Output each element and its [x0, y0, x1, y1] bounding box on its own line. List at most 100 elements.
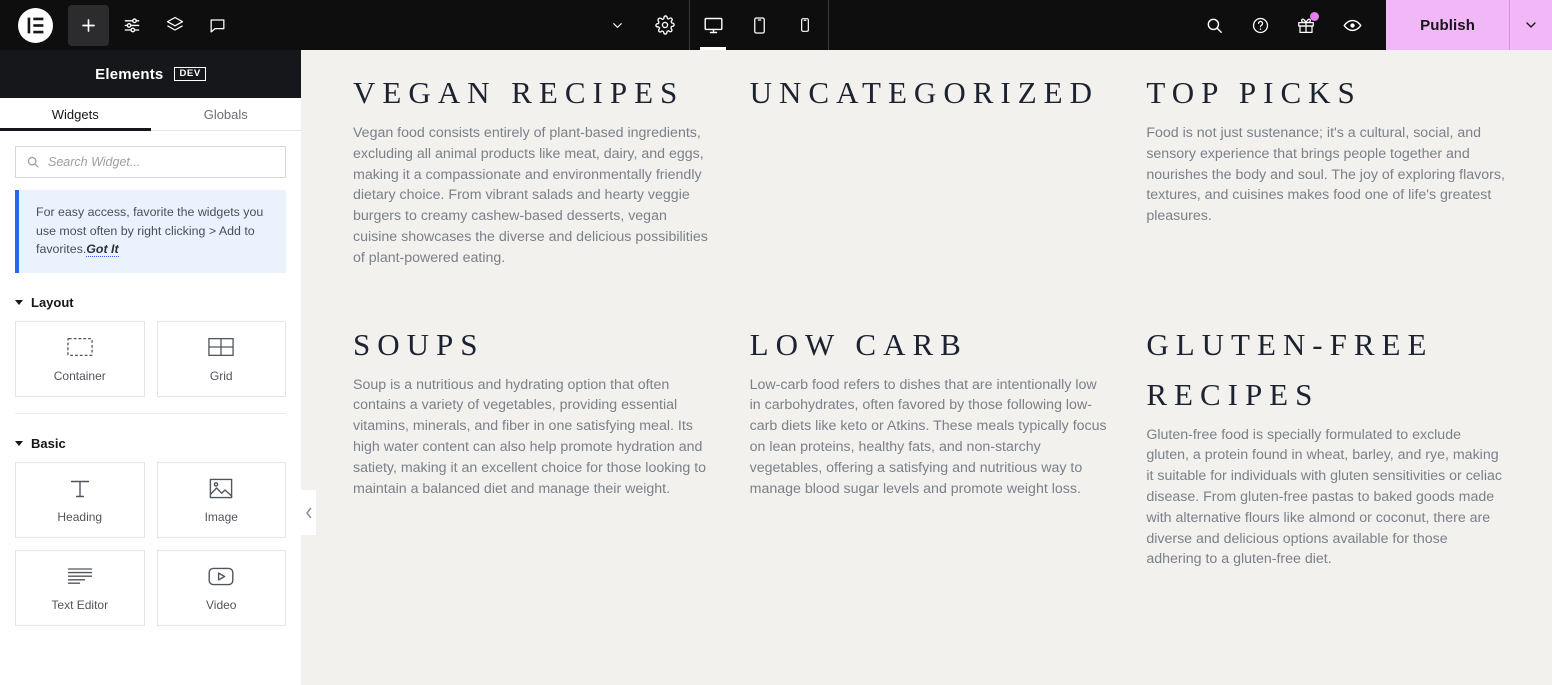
- tab-globals[interactable]: Globals: [151, 98, 302, 130]
- page-content: Vegan Recipes Vegan food consists entire…: [301, 50, 1552, 600]
- category-body: Soup is a nutritious and hydrating optio…: [353, 376, 707, 497]
- widget-text-editor[interactable]: Text Editor: [15, 549, 145, 626]
- widget-grid-label: Grid: [209, 369, 233, 383]
- publish-button[interactable]: Publish: [1386, 0, 1509, 50]
- category-title: Top Picks: [1146, 75, 1362, 110]
- help-icon: [1252, 17, 1268, 33]
- widget-container-label: Container: [53, 369, 106, 383]
- elementor-editor: Publish Elements DEV Widgets Globals Sea…: [0, 0, 1552, 685]
- comment-icon: [210, 18, 225, 32]
- section-layout-label: Layout: [31, 295, 74, 310]
- search-icon: [1207, 18, 1222, 33]
- widget-heading[interactable]: Heading: [15, 461, 145, 538]
- widget-container[interactable]: Container: [15, 320, 145, 397]
- category-block: Gluten-Free Recipes Gluten-free food is …: [1146, 299, 1505, 601]
- sliders-icon: [124, 18, 139, 33]
- favorites-notice-text: For easy access, favorite the widgets yo…: [36, 205, 264, 256]
- toolbar-left-group: [0, 0, 238, 50]
- whats-new-button[interactable]: [1286, 5, 1326, 45]
- search-button[interactable]: [1194, 5, 1234, 45]
- device-desktop[interactable]: [690, 0, 736, 50]
- toolbar-right-group: Publish: [1184, 0, 1552, 50]
- widget-video-label: Video: [206, 598, 237, 612]
- category-block: Low Carb Low-carb food refers to dishes …: [750, 299, 1109, 601]
- toolbar-divider-2: [828, 0, 830, 50]
- chevron-down-icon: [612, 22, 622, 28]
- category-block: Soups Soup is a nutritious and hydrating…: [353, 299, 712, 601]
- mobile-icon: [801, 18, 809, 32]
- panel-collapse-handle[interactable]: [301, 490, 316, 535]
- category-title: Gluten-Free Recipes: [1146, 326, 1434, 412]
- preview-canvas: Vegan Recipes Vegan food consists entire…: [301, 50, 1552, 685]
- chevron-left-icon: [305, 507, 311, 518]
- image-icon: [209, 475, 233, 501]
- publish-options-button[interactable]: [1510, 0, 1552, 50]
- text-editor-icon: [67, 563, 93, 589]
- add-element-button[interactable]: [68, 4, 109, 46]
- search-icon: [27, 156, 39, 168]
- chevron-down-icon: [1526, 22, 1536, 28]
- page-title: Elements: [95, 65, 164, 83]
- category-block: Vegan Recipes Vegan food consists entire…: [353, 68, 712, 299]
- chevron-down-icon: [15, 441, 23, 446]
- widget-heading-label: Heading: [57, 510, 103, 524]
- video-icon: [208, 563, 234, 589]
- dev-badge: DEV: [174, 67, 206, 81]
- notes-button[interactable]: [197, 5, 238, 46]
- container-icon: [67, 334, 93, 360]
- section-layout: Layout Container Grid: [0, 285, 301, 414]
- layers-icon: [166, 16, 183, 31]
- category-body: Gluten-free food is specially formulated…: [1146, 426, 1502, 568]
- got-it-button[interactable]: Got It: [86, 242, 119, 257]
- section-divider: [15, 412, 286, 414]
- chevron-down-icon: [15, 300, 23, 305]
- panel-content: For easy access, favorite the widgets yo…: [0, 131, 301, 685]
- panel-tabs: Widgets Globals: [0, 98, 301, 131]
- section-basic-label: Basic: [31, 436, 66, 451]
- widget-image[interactable]: Image: [156, 461, 286, 538]
- search-widget-box[interactable]: [15, 146, 286, 178]
- editor-body: Elements DEV Widgets Globals Search Widg…: [0, 50, 1552, 685]
- heading-icon: [68, 475, 92, 501]
- help-button[interactable]: [1240, 5, 1280, 45]
- search-input[interactable]: [48, 155, 275, 169]
- elementor-logo-icon[interactable]: [18, 7, 53, 43]
- category-title: Vegan Recipes: [353, 75, 685, 110]
- settings-button[interactable]: [641, 0, 689, 50]
- category-title: Soups: [353, 326, 485, 362]
- category-title: Low Carb: [749, 326, 968, 362]
- category-body: Low-carb food refers to dishes that are …: [749, 376, 1107, 497]
- widget-text-editor-label: Text Editor: [51, 598, 109, 612]
- device-mobile[interactable]: [782, 0, 828, 50]
- widget-video[interactable]: Video: [156, 549, 286, 626]
- grid-icon: [208, 334, 234, 360]
- structure-button[interactable]: [154, 5, 195, 46]
- widget-image-label: Image: [204, 510, 238, 524]
- category-block: Top Picks Food is not just sustenance; i…: [1146, 68, 1505, 299]
- section-basic: Basic Heading Image Text Editor Video: [0, 426, 301, 626]
- site-settings-button[interactable]: [111, 5, 152, 46]
- tab-widgets[interactable]: Widgets: [0, 98, 151, 131]
- category-body: Food is not just sustenance; it's a cult…: [1146, 125, 1505, 225]
- eye-icon: [1343, 19, 1362, 31]
- section-layout-header[interactable]: Layout: [15, 285, 286, 321]
- basic-widget-grid: Heading Image Text Editor Video: [15, 461, 286, 626]
- widgets-panel: Elements DEV Widgets Globals Search Widg…: [0, 50, 301, 685]
- gear-icon: [655, 15, 675, 35]
- toolbar-center-group: [238, 0, 1184, 50]
- notification-dot: [1310, 12, 1320, 21]
- category-block: Uncategorized: [750, 68, 1109, 299]
- tablet-icon: [753, 16, 765, 34]
- category-title: Uncategorized: [749, 75, 1099, 110]
- device-tablet[interactable]: [736, 0, 782, 50]
- page-settings-chevron[interactable]: [593, 0, 641, 50]
- desktop-icon: [704, 17, 723, 33]
- layout-widget-grid: Container Grid: [15, 320, 286, 397]
- preview-button[interactable]: [1332, 5, 1372, 45]
- plus-icon: [82, 18, 95, 32]
- widget-grid[interactable]: Grid: [156, 320, 286, 397]
- section-basic-header[interactable]: Basic: [15, 426, 286, 462]
- category-body: Vegan food consists entirely of plant-ba…: [353, 125, 708, 266]
- search-widget-wrap: [0, 131, 301, 178]
- favorites-notice-wrap: For easy access, favorite the widgets yo…: [0, 178, 301, 273]
